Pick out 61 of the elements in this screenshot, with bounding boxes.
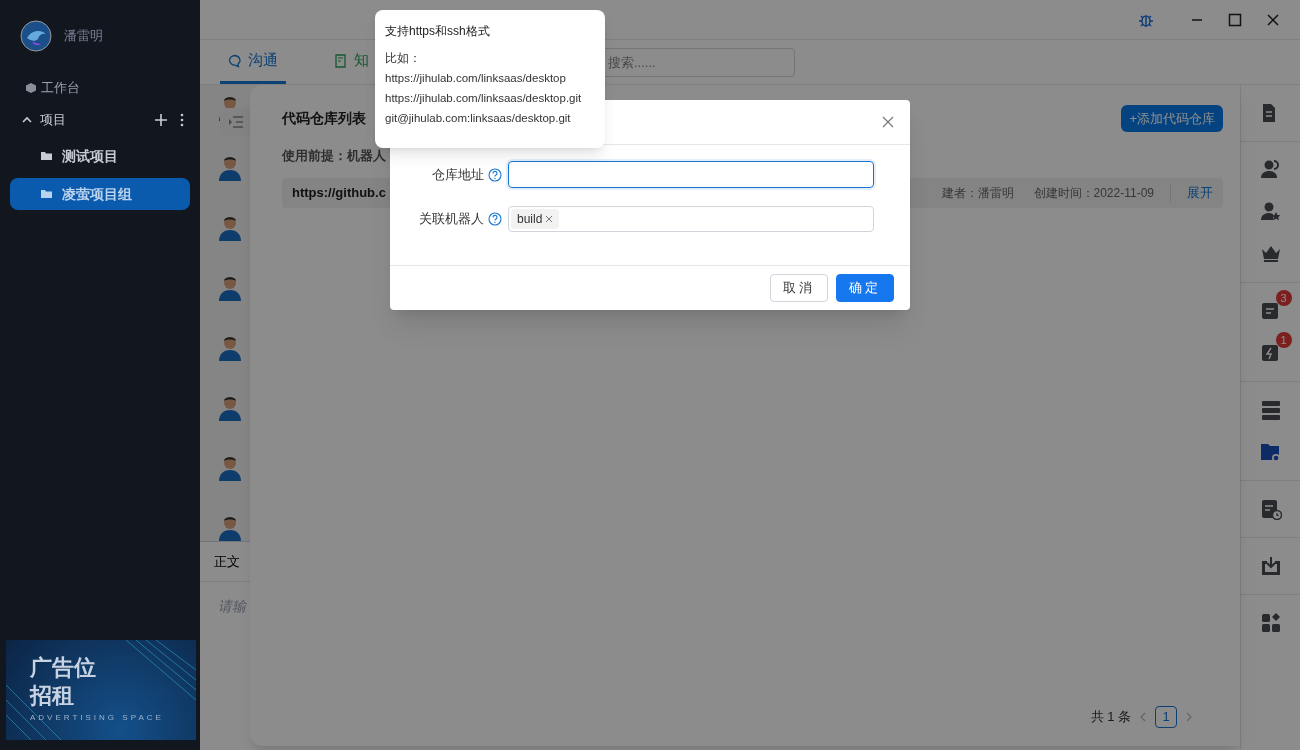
folder-icon [41,151,52,161]
ad-subtitle: ADVERTISING SPACE [30,712,165,724]
repo-created-time: 创建时间：2022-11-09 [1033,183,1171,202]
field-label: 仓库地址 [432,165,484,184]
field-label: 关联机器人 [419,210,484,229]
page-button[interactable]: 1 [1155,706,1177,728]
close-icon[interactable] [1266,12,1280,27]
chevron-icon [22,115,32,125]
member-star-icon [1259,201,1282,223]
robot-select-field[interactable]: build [508,206,874,232]
apps-icon [1259,612,1282,634]
panel-title: 代码仓库列表 [282,109,366,128]
cube-icon [25,82,37,94]
notification-badge: 1 [1275,332,1292,348]
folder-icon [41,189,52,199]
tooltip-line: 比如： [385,51,422,66]
notification-badge: 3 [1275,290,1292,306]
user-avatar[interactable] [20,20,52,52]
server-list-icon [1259,399,1282,421]
folder-gear-icon [1259,441,1282,463]
help-icon[interactable] [488,167,502,182]
indent-icon [228,116,244,128]
ad-title: 广告位 [30,654,97,682]
person-avatar [218,455,242,481]
project-section-header[interactable]: 项目 [22,110,154,130]
person-avatar [218,395,242,421]
more-icon[interactable] [180,113,184,127]
ad-banner[interactable]: 广告位 招租 ADVERTISING SPACE [6,640,196,740]
confirm-button[interactable]: 确定 [836,274,894,302]
document-icon [334,53,348,68]
pagination-total: 共 1 条 [1090,708,1131,727]
close-icon[interactable] [882,116,894,128]
person-avatar [218,335,242,361]
maximize-icon[interactable] [1228,12,1242,27]
editor-tab[interactable]: 正文 [214,551,240,572]
download-icon [1259,555,1282,577]
tooltip-line: git@jihulab.com:linksaas/desktop.git [385,111,572,126]
chat-bubble-icon [228,53,242,68]
tooltip-line: https://jihulab.com/linksaas/desktop.git [385,91,583,106]
repo-address-field[interactable] [508,161,874,188]
project-item[interactable]: 凌萤项目组 [10,178,190,210]
tooltip-title: 支持https和ssh格式 [385,23,491,40]
person-avatar [218,275,242,301]
clock-document-icon [1259,498,1282,520]
person-avatar [218,215,242,241]
repo-url: https://github.c [292,183,386,202]
person-avatar [218,515,242,541]
person-avatar [218,155,242,181]
cancel-button[interactable]: 取消 [770,274,828,302]
usage-notice: 使用前提：机器人 [282,147,386,165]
members-icon [1259,159,1282,181]
tooltip-line: https://jihulab.com/linksaas/desktop [385,71,567,86]
repo-creator: 建者：潘雷明 [941,184,1014,202]
workbench-link[interactable]: 工作台 [0,72,200,104]
help-icon[interactable] [488,212,502,226]
ad-title: 招租 [30,682,75,710]
project-item[interactable]: 测试项目 [10,140,190,172]
selected-tag: build [511,209,560,229]
remove-icon[interactable] [545,215,554,223]
add-icon[interactable] [154,113,168,127]
user-name: 潘雷明 [64,27,103,46]
